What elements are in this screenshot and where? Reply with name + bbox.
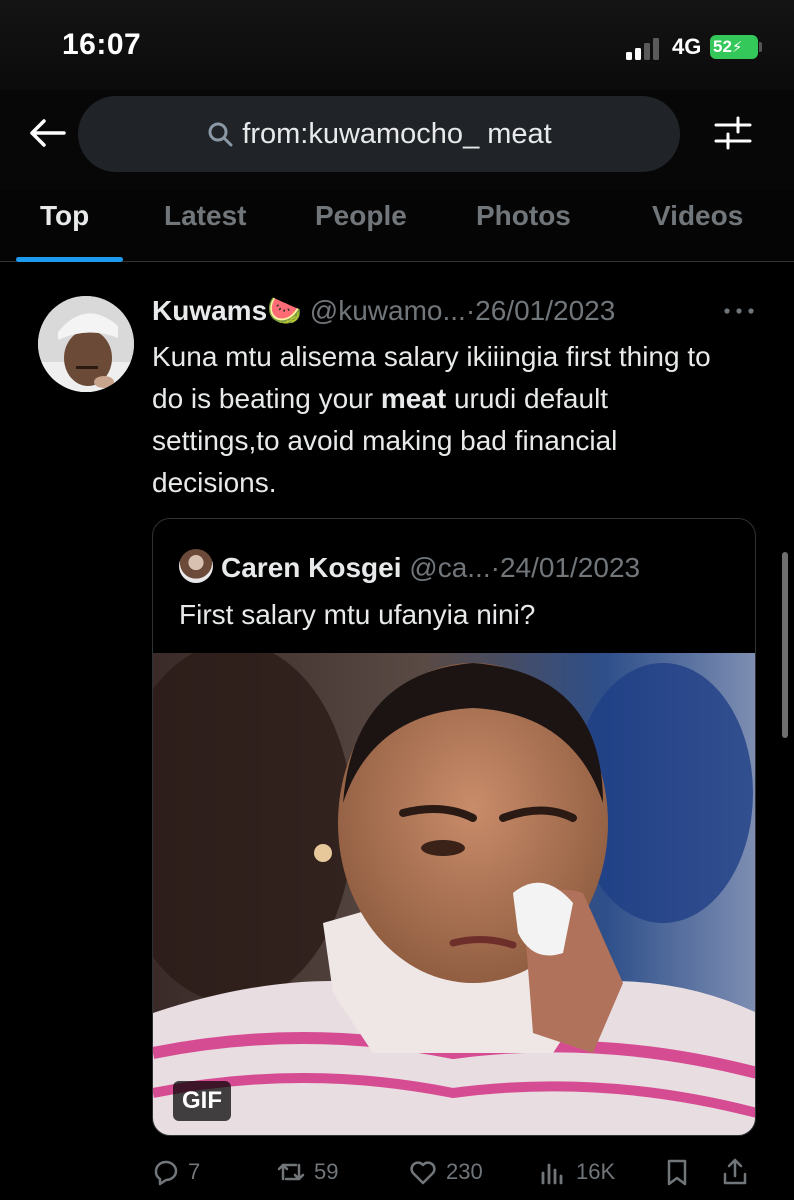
tweet-text: Kuna mtu alisema salary ikiiingia first … [152, 336, 742, 504]
search-tabs: Top Latest People Photos Videos [0, 190, 794, 262]
gif-badge: GIF [173, 1081, 231, 1121]
separator-dot: · [490, 552, 500, 583]
display-name[interactable]: Kuwams🍉 [152, 295, 302, 326]
cellular-signal-icon [626, 38, 664, 60]
battery-tip [759, 42, 762, 52]
tab-people[interactable]: People [315, 200, 407, 232]
charging-bolt-icon: ⚡ [731, 39, 743, 56]
retweet-count: 59 [314, 1159, 339, 1184]
quoted-tweet-text: First salary mtu ufanyia nini? [179, 599, 536, 630]
tweet-actions: 7 59 230 16K [0, 1152, 794, 1196]
filter-sliders-icon [714, 116, 752, 150]
share-button[interactable] [720, 1152, 758, 1192]
search-query: from:kuwamocho_ meat [242, 117, 552, 150]
view-count: 16K [576, 1159, 616, 1184]
reply-button[interactable]: 7 [150, 1152, 200, 1192]
reply-count: 7 [188, 1159, 201, 1184]
back-button[interactable] [26, 112, 68, 154]
more-options-icon[interactable] [722, 306, 756, 316]
tab-videos[interactable]: Videos [652, 200, 743, 232]
tweet-text-highlight: meat [380, 383, 447, 414]
quoted-tweet-date: 24/01/2023 [499, 552, 641, 583]
quoted-display-name: Caren Kosgei [221, 552, 402, 583]
separator-dot: · [465, 295, 476, 326]
battery-icon: 52⚡ [710, 35, 758, 59]
scrollbar[interactable] [782, 552, 788, 738]
user-handle[interactable]: @kuwamo... [310, 295, 466, 326]
tab-photos[interactable]: Photos [476, 200, 571, 232]
avatar[interactable] [38, 296, 134, 392]
retweet-button[interactable]: 59 [276, 1152, 338, 1192]
avatar-image [38, 296, 134, 392]
bookmark-icon [667, 1159, 687, 1186]
heart-icon [410, 1161, 436, 1185]
quoted-tweet-header: Caren Kosgei @ca...·24/01/2023 [179, 549, 640, 584]
status-time: 16:07 [62, 28, 142, 61]
tweet-date[interactable]: 26/01/2023 [475, 295, 615, 326]
search-input[interactable]: from:kuwamocho_ meat [78, 96, 680, 172]
tweet[interactable]: Kuwams🍉 @kuwamo...·26/01/2023 Kuna mtu a… [0, 262, 794, 1200]
views-chart-icon [541, 1163, 563, 1185]
bookmark-button[interactable] [662, 1152, 700, 1192]
views-button[interactable]: 16K [538, 1152, 615, 1192]
quoted-tweet[interactable]: Caren Kosgei @ca...·24/01/2023 First sal… [152, 518, 756, 1136]
network-type: 4G [672, 34, 702, 59]
reply-icon [154, 1160, 178, 1186]
battery-level: 52 [713, 37, 732, 56]
quoted-avatar [179, 549, 213, 583]
search-icon [208, 122, 233, 147]
share-icon [723, 1158, 747, 1185]
like-button[interactable]: 230 [408, 1152, 483, 1192]
like-count: 230 [446, 1159, 483, 1184]
tweet-header: Kuwams🍉 @kuwamo...·26/01/2023 [152, 294, 762, 334]
search-filter-button[interactable] [712, 112, 754, 154]
quoted-user-handle: @ca... [409, 552, 491, 583]
status-bar: 16:07 4G 52⚡ [0, 0, 794, 90]
arrow-left-icon [30, 119, 66, 147]
tab-latest[interactable]: Latest [164, 200, 246, 232]
gif-image [153, 653, 755, 1135]
retweet-icon [277, 1163, 305, 1181]
tab-top[interactable]: Top [40, 200, 89, 232]
quoted-tweet-gif[interactable]: GIF [153, 653, 755, 1135]
search-header: from:kuwamocho_ meat [0, 90, 794, 190]
